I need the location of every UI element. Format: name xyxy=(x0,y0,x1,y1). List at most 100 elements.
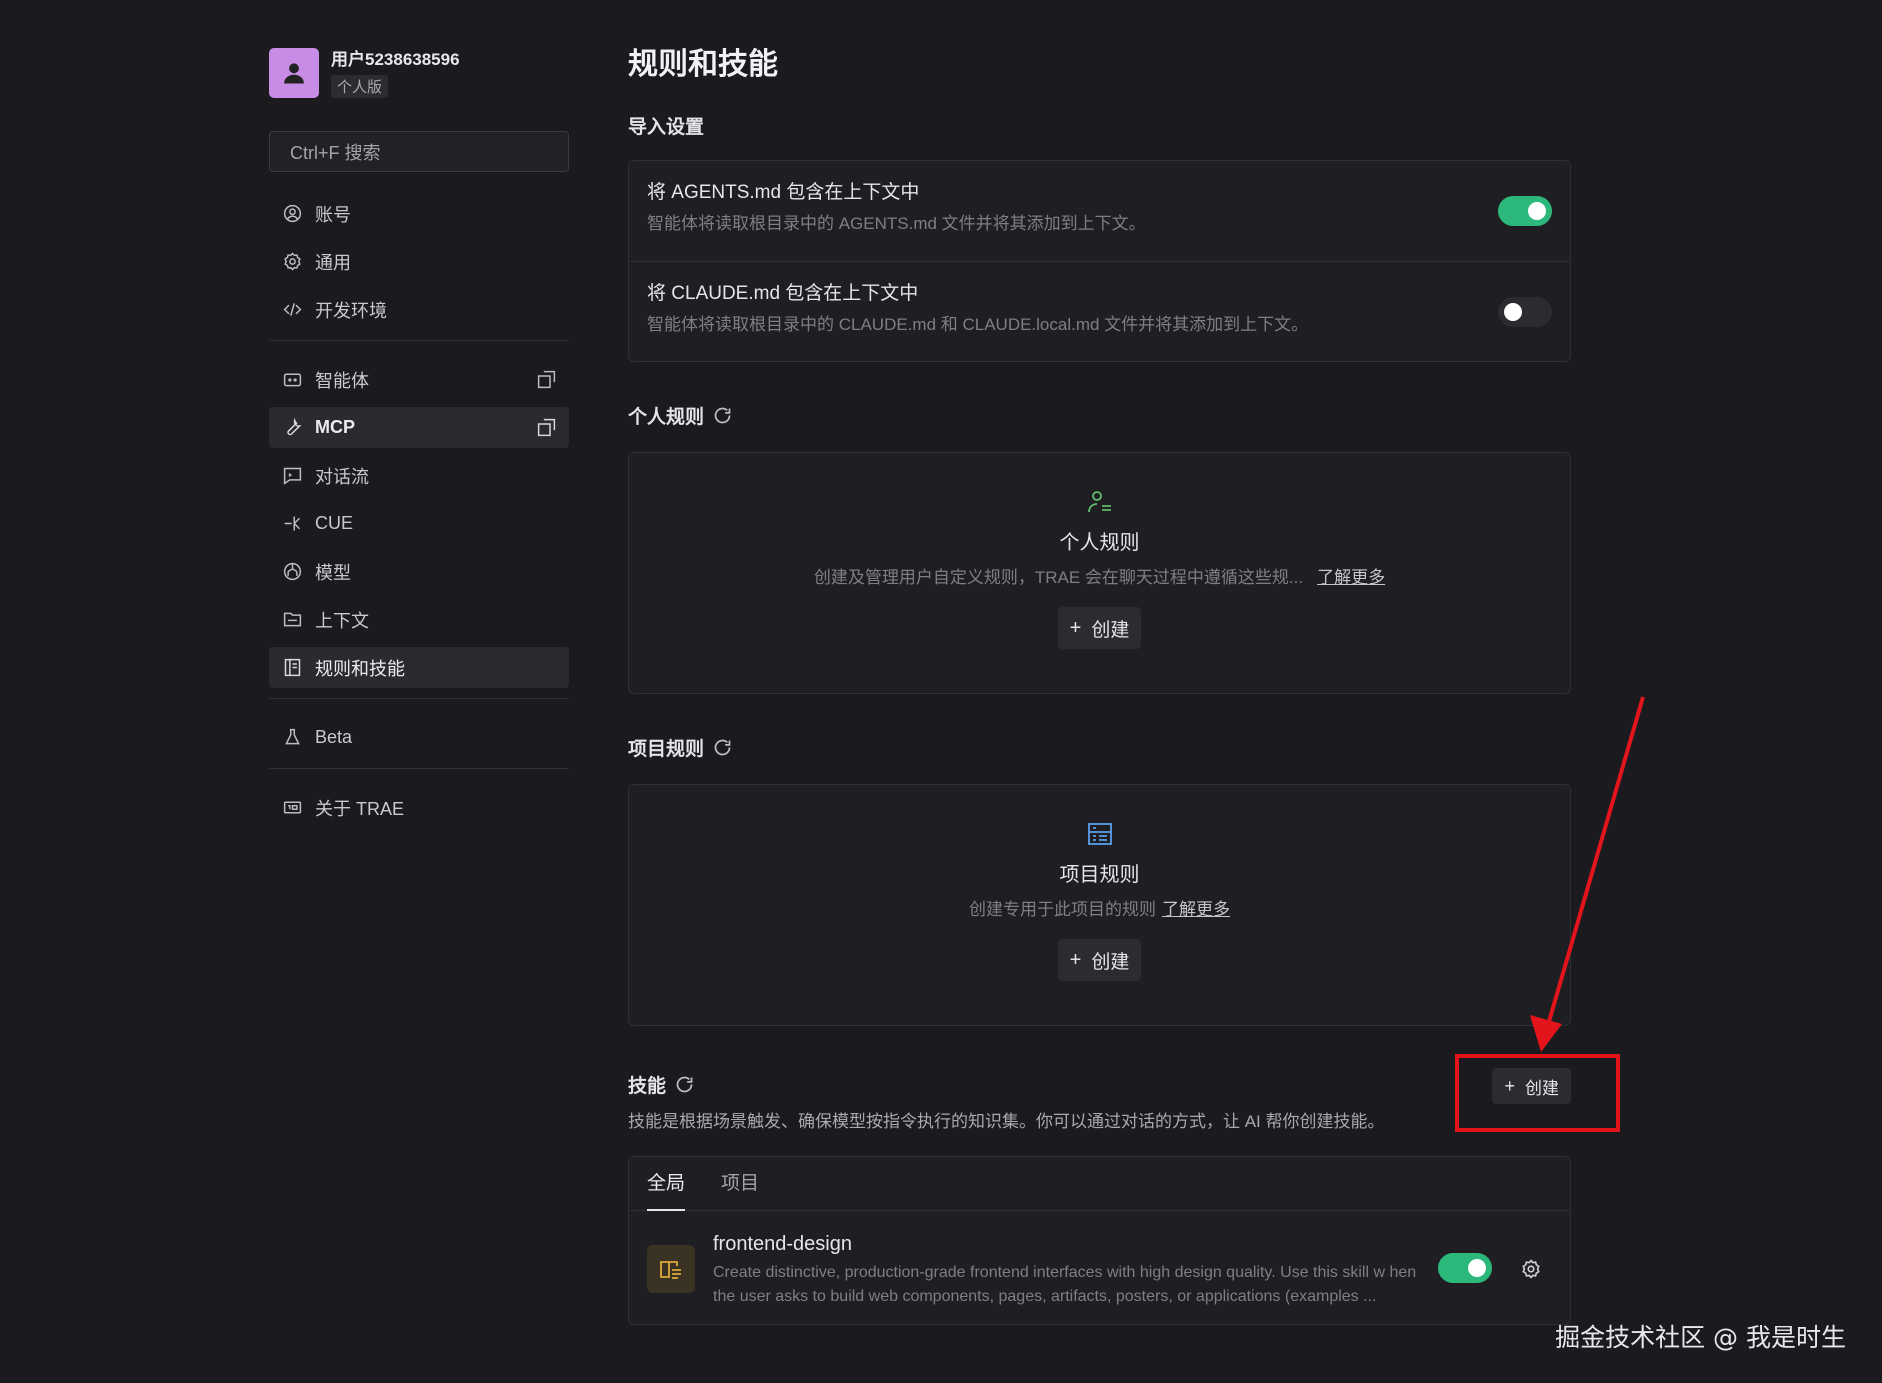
user-profile[interactable]: 用户5238638596 个人版 xyxy=(269,48,569,98)
user-rules-icon xyxy=(1087,491,1111,513)
chat-icon xyxy=(281,465,303,487)
sidebar-item-label: 关于 TRAE xyxy=(315,798,405,819)
divider xyxy=(269,698,569,699)
plus-icon: + xyxy=(1069,616,1082,639)
refresh-icon[interactable] xyxy=(674,1074,695,1095)
info-icon xyxy=(281,797,303,819)
sidebar-item-label: 账号 xyxy=(315,204,351,225)
skills-description: 技能是根据场景触发、确保模型按指令执行的知识集。你可以通过对话的方式，让 AI … xyxy=(628,1112,1385,1131)
personal-rules-card: 个人规则 创建及管理用户自定义规则，TRAE 会在聊天过程中遵循这些规... 了解… xyxy=(628,452,1571,694)
cue-icon xyxy=(281,513,303,535)
project-rules-heading: 项目规则 xyxy=(628,732,1571,762)
user-name: 用户5238638596 xyxy=(331,49,460,69)
sidebar-item-mcp[interactable]: MCP xyxy=(269,407,569,448)
personal-rules-heading: 个人规则 xyxy=(628,400,1571,430)
section-label: 个人规则 xyxy=(628,406,705,428)
sidebar-item-label: CUE xyxy=(315,513,354,533)
claude-md-row: 将 CLAUDE.md 包含在上下文中 智能体将读取根目录中的 CLAUDE.m… xyxy=(629,261,1570,361)
refresh-icon[interactable] xyxy=(712,737,733,758)
sidebar-item-label: 通用 xyxy=(315,252,351,273)
skill-enabled-toggle[interactable] xyxy=(1438,1253,1492,1283)
claude-md-toggle[interactable] xyxy=(1498,297,1552,327)
divider xyxy=(269,340,569,341)
skills-header: 技能 + 创建 xyxy=(628,1066,1571,1106)
agents-md-toggle[interactable] xyxy=(1498,196,1552,226)
user-circle-icon xyxy=(281,203,303,225)
learn-more-link[interactable]: 了解更多 xyxy=(1162,900,1230,919)
sidebar-item-cue[interactable]: CUE xyxy=(269,503,569,544)
person-icon xyxy=(284,63,304,84)
sidebar-item-label: 上下文 xyxy=(315,610,369,631)
empty-state-description: 创建专用于此项目的规则 了解更多 xyxy=(969,899,1230,921)
button-label: 创建 xyxy=(1091,951,1130,973)
skill-name: frontend-design xyxy=(713,1233,852,1255)
import-settings-card: 将 AGENTS.md 包含在上下文中 智能体将读取根目录中的 AGENTS.m… xyxy=(628,160,1571,362)
wrench-icon xyxy=(281,417,303,439)
setting-description: 智能体将读取根目录中的 AGENTS.md 文件并将其添加到上下文。 xyxy=(647,214,1146,233)
sidebar-item-label: 对话流 xyxy=(315,466,369,487)
sidebar-item-context[interactable]: 上下文 xyxy=(269,599,569,640)
sidebar-item-rules-skills[interactable]: 规则和技能 xyxy=(269,647,569,688)
flask-icon xyxy=(281,727,303,749)
skills-heading: 技能 xyxy=(628,1071,695,1098)
gear-icon[interactable] xyxy=(1520,1258,1542,1280)
skill-description: Create distinctive, production-grade fro… xyxy=(713,1264,1417,1305)
code-icon xyxy=(281,299,303,321)
sidebar-item-label: Beta xyxy=(315,727,353,747)
empty-state-description: 创建及管理用户自定义规则，TRAE 会在聊天过程中遵循这些规... 了解更多 xyxy=(814,567,1385,589)
divider xyxy=(269,768,569,769)
sidebar-item-account[interactable]: 账号 xyxy=(269,193,569,234)
sidebar-item-models[interactable]: 模型 xyxy=(269,551,569,592)
settings-window: 用户5238638596 个人版 Ctrl+F 搜索 账号 通用 开发环境 智能… xyxy=(0,0,1882,1383)
empty-state-title: 个人规则 xyxy=(1059,532,1140,554)
skill-item: frontend-design Create distinctive, prod… xyxy=(629,1211,1570,1324)
sidebar-item-label: 规则和技能 xyxy=(315,658,405,679)
section-label: 项目规则 xyxy=(628,738,705,760)
section-label: 技能 xyxy=(628,1076,667,1097)
open-external-icon[interactable] xyxy=(536,417,557,438)
create-project-rule-button[interactable]: + 创建 xyxy=(1057,939,1142,981)
empty-state-title: 项目规则 xyxy=(1059,864,1140,886)
import-settings-title: 导入设置 xyxy=(628,116,705,138)
page-title: 规则和技能 xyxy=(628,48,778,81)
sidebar-item-about[interactable]: 关于 TRAE xyxy=(269,787,569,828)
skills-card: 全局 项目 frontend-design Create distinctive… xyxy=(628,1156,1571,1325)
annotation-highlight-box xyxy=(1455,1054,1620,1132)
tab-project[interactable]: 项目 xyxy=(721,1157,759,1210)
bot-icon xyxy=(281,369,303,391)
avatar xyxy=(269,48,319,98)
sidebar-item-general[interactable]: 通用 xyxy=(269,241,569,282)
description-text: 创建专用于此项目的规则 xyxy=(969,900,1156,919)
main-content: 规则和技能 导入设置 将 AGENTS.md 包含在上下文中 智能体将读取根目录… xyxy=(628,40,1571,1325)
plan-badge: 个人版 xyxy=(331,74,389,98)
sidebar: 用户5238638596 个人版 Ctrl+F 搜索 账号 通用 开发环境 智能… xyxy=(269,48,569,835)
project-rules-card: 项目规则 创建专用于此项目的规则 了解更多 + 创建 xyxy=(628,784,1571,1026)
gear-icon xyxy=(281,251,303,273)
book-icon xyxy=(647,1245,695,1293)
refresh-icon[interactable] xyxy=(712,405,733,426)
folder-icon xyxy=(281,609,303,631)
setting-title: 将 AGENTS.md 包含在上下文中 xyxy=(647,182,920,203)
sidebar-item-label: 模型 xyxy=(315,562,351,583)
learn-more-link[interactable]: 了解更多 xyxy=(1317,568,1385,587)
skills-tabs: 全局 项目 xyxy=(629,1157,1570,1211)
sidebar-item-label: 开发环境 xyxy=(315,300,387,321)
open-external-icon[interactable] xyxy=(536,369,557,390)
settings-nav: 账号 通用 开发环境 智能体 MCP 对话流 CUE 模型 上下文 规则和技能 … xyxy=(269,193,569,828)
model-icon xyxy=(281,561,303,583)
sidebar-item-chat-flow[interactable]: 对话流 xyxy=(269,455,569,496)
description-text: 创建及管理用户自定义规则，TRAE 会在聊天过程中遵循这些规... xyxy=(813,568,1304,587)
plus-icon: + xyxy=(1069,948,1082,971)
sidebar-item-beta[interactable]: Beta xyxy=(269,717,569,758)
button-label: 创建 xyxy=(1091,619,1130,641)
search-input[interactable]: Ctrl+F 搜索 xyxy=(269,131,569,172)
setting-description: 智能体将读取根目录中的 CLAUDE.md 和 CLAUDE.local.md … xyxy=(647,315,1309,334)
tab-global[interactable]: 全局 xyxy=(647,1157,686,1211)
sidebar-item-dev-env[interactable]: 开发环境 xyxy=(269,289,569,330)
sidebar-item-label: 智能体 xyxy=(315,370,369,391)
create-personal-rule-button[interactable]: + 创建 xyxy=(1057,607,1142,649)
sidebar-item-agents[interactable]: 智能体 xyxy=(269,359,569,400)
watermark: 掘金技术社区 @ 我是时生 xyxy=(1555,1323,1846,1352)
setting-title: 将 CLAUDE.md 包含在上下文中 xyxy=(647,283,919,304)
project-rules-icon xyxy=(1087,823,1112,845)
